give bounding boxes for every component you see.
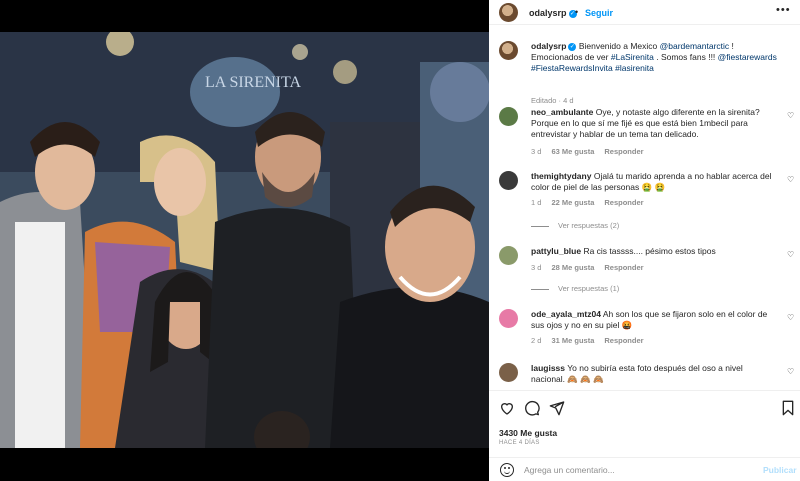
background-sign-text: LA SIRENITA	[205, 74, 301, 91]
add-comment-bar: Publicar	[489, 457, 800, 481]
comment-icon[interactable]	[524, 400, 540, 416]
comment-text: ode_ayala_mtz04 Ah son los que se fijaro…	[531, 309, 776, 331]
comment-likes[interactable]: 22 Me gusta	[551, 198, 594, 207]
comment-meta: 1 d 22 Me gusta Responder	[531, 198, 654, 207]
emoji-icon[interactable]	[500, 463, 514, 477]
header-separator: •	[575, 7, 579, 17]
caption-author-avatar[interactable]	[499, 41, 518, 60]
view-replies-button[interactable]: Ver respuestas (2)	[531, 221, 619, 230]
comment-text: neo_ambulante Oye, y notaste algo difere…	[531, 107, 776, 140]
author-username[interactable]: odalysrp ✓	[529, 8, 577, 18]
comment-like-heart-icon[interactable]: ♡	[787, 313, 794, 322]
post-actions-bar: 3430 Me gusta HACE 4 DÍAS	[489, 390, 800, 454]
likes-count[interactable]: 3430 Me gusta	[499, 428, 557, 438]
commenter-avatar[interactable]	[499, 171, 518, 190]
publish-button[interactable]: Publicar	[763, 465, 797, 475]
commenter-avatar[interactable]	[499, 246, 518, 265]
comment-time: 3 d	[531, 147, 542, 156]
add-comment-input[interactable]	[524, 463, 744, 477]
mention-link[interactable]: @bardemantarctic	[660, 41, 730, 51]
replies-divider	[531, 225, 549, 227]
comment-time: 2 d	[531, 336, 542, 345]
hashtag-link[interactable]: #FiestaRewardsInvita	[531, 63, 613, 73]
commenter-avatar[interactable]	[499, 309, 518, 328]
commenter-avatar[interactable]	[499, 107, 518, 126]
view-replies-label: Ver respuestas (1)	[558, 284, 620, 293]
caption-text-part: . Somos fans !!!	[653, 52, 718, 62]
follow-button[interactable]: Seguir	[585, 8, 613, 18]
mention-link[interactable]: @fiestarewards	[718, 52, 777, 62]
comment-like-heart-icon[interactable]: ♡	[787, 367, 794, 376]
post-time-ago: HACE 4 DÍAS	[499, 440, 540, 446]
hashtag-link[interactable]: #LaSirenita	[611, 52, 654, 62]
more-options-icon[interactable]: •••	[776, 4, 791, 16]
comment-time: 1 d	[531, 198, 542, 207]
comment-like-heart-icon[interactable]: ♡	[787, 111, 794, 120]
comment-text: pattylu_blue Ra cis tassss.... pésimo es…	[531, 246, 776, 257]
heart-icon[interactable]	[499, 400, 515, 416]
comment-body: Ra cis tassss.... pésimo estos tipos	[583, 246, 716, 256]
comment-likes[interactable]: 31 Me gusta	[551, 336, 594, 345]
comment-like-heart-icon[interactable]: ♡	[787, 175, 794, 184]
commenter-username[interactable]: ode_ayala_mtz04	[531, 309, 601, 319]
commenter-username[interactable]: themightydany	[531, 171, 591, 181]
bookmark-icon[interactable]	[780, 400, 796, 416]
author-avatar[interactable]	[499, 3, 518, 22]
comment-meta: 3 d 28 Me gusta Responder	[531, 263, 654, 272]
reply-button[interactable]: Responder	[604, 336, 643, 345]
post-header: odalysrp ✓ • Seguir •••	[489, 0, 800, 25]
caption-username[interactable]: odalysrp	[531, 41, 566, 51]
reply-button[interactable]: Responder	[604, 198, 643, 207]
caption-meta: Editado · 4 d	[531, 96, 574, 105]
comment-meta: 2 d 31 Me gusta Responder	[531, 336, 654, 345]
share-icon[interactable]	[549, 400, 565, 416]
post-side-panel: odalysrp ✓ • Seguir ••• odalysrp ✓ Bienven…	[489, 0, 800, 481]
photo-illustration: LA SIRENITA	[0, 32, 489, 448]
post-photo-panel: LA SIRENITA	[0, 0, 489, 481]
comment-time: 3 d	[531, 263, 542, 272]
commenter-username[interactable]: neo_ambulante	[531, 107, 593, 117]
commenter-avatar[interactable]	[499, 363, 518, 382]
caption-text: odalysrp ✓ Bienvenido a Mexico @bardemant…	[531, 41, 786, 74]
view-replies-button[interactable]: Ver respuestas (1)	[531, 284, 619, 293]
verified-badge-icon: ✓	[568, 42, 577, 51]
commenter-username[interactable]: laugisss	[531, 363, 565, 373]
comments-scroll-area[interactable]: odalysrp ✓ Bienvenido a Mexico @bardemant…	[489, 25, 800, 390]
reply-button[interactable]: Responder	[604, 147, 643, 156]
commenter-username[interactable]: pattylu_blue	[531, 246, 581, 256]
comment-text: themightydany Ojalá tu marido aprenda a …	[531, 171, 776, 193]
reply-button[interactable]: Responder	[604, 263, 643, 272]
caption-text-part: Bienvenido a Mexico	[578, 41, 660, 51]
comment-text: laugisss Yo no subiría esta foto después…	[531, 363, 776, 385]
instagram-post-view: LA SIRENITA odalysrp ✓ • Seguir ••• odal…	[0, 0, 800, 481]
comment-likes[interactable]: 63 Me gusta	[551, 147, 594, 156]
post-photo[interactable]: LA SIRENITA	[0, 32, 489, 448]
comment-likes[interactable]: 28 Me gusta	[551, 263, 594, 272]
comment-like-heart-icon[interactable]: ♡	[787, 250, 794, 259]
hashtag-link[interactable]: #lasirenita	[615, 63, 654, 73]
view-replies-label: Ver respuestas (2)	[558, 221, 620, 230]
comment-meta: 3 d 63 Me gusta Responder	[531, 147, 654, 156]
replies-divider	[531, 288, 549, 290]
